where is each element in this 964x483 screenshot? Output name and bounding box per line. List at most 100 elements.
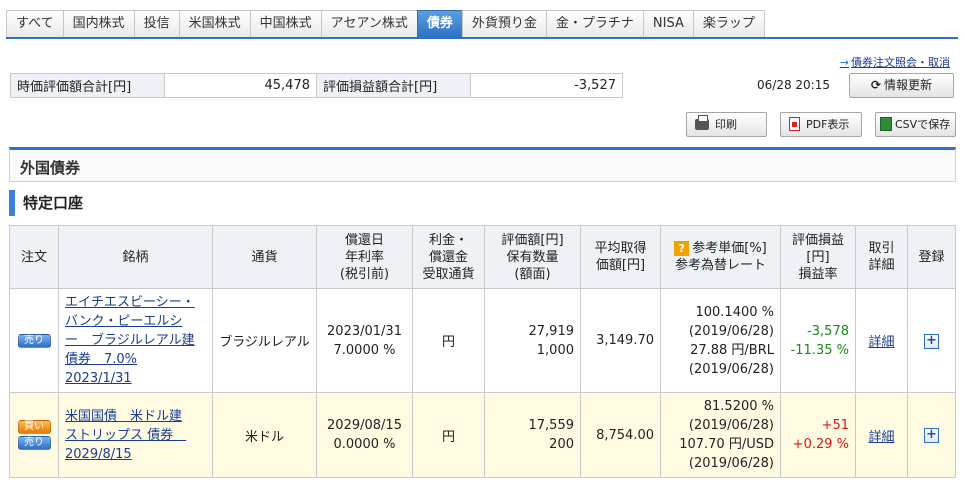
pl-value: -3,578 (807, 323, 849, 339)
header-redemption-line: 年利率 (344, 249, 384, 265)
sell-button[interactable]: 売り (17, 333, 51, 348)
arrow-right-icon: → (839, 56, 849, 69)
register-plus-icon[interactable]: + (924, 333, 939, 349)
tab-us-stocks[interactable]: 米国株式 (178, 10, 250, 38)
tab-domestic-stocks[interactable]: 国内株式 (62, 10, 134, 38)
header-name: 銘柄 (58, 225, 213, 289)
bond-name-cell: 米国国債 米ドル建 ストリップス 債券 2029/8/15 (58, 392, 213, 478)
valuation-value: 27,919 (528, 323, 575, 339)
tab-underline (6, 37, 958, 39)
header-pl-line: 損益率 (798, 266, 838, 282)
currency-cell: 米ドル (212, 392, 317, 478)
ref-price-value: 100.1400 % (695, 304, 774, 320)
tab-asean-stocks[interactable]: アセアン株式 (320, 10, 417, 38)
bond-name-line: 2023/1/31 (65, 371, 132, 386)
eval-total-value: 45,478 (164, 73, 317, 98)
register-cell: + (907, 288, 956, 393)
section-header: 外国債券 (9, 147, 956, 182)
account-title: 特定口座 (9, 190, 83, 216)
fx-rate-value: 107.70 円/USD (679, 437, 774, 452)
buy-button[interactable]: 買い (17, 420, 51, 434)
header-currency: 通貨 (212, 225, 317, 289)
tab-bar: すべて 国内株式 投信 米国株式 中国株式 アセアン株式 債券 外貨預り金 金・… (6, 10, 765, 38)
receive-currency-cell: 円 (412, 392, 485, 478)
header-ref-price: ? 参考単価[%] 参考為替レート (660, 225, 781, 289)
bond-order-inquiry-link[interactable]: → 債券注文照会・取消 (840, 54, 950, 70)
fx-rate-value: 27.88 円/BRL (690, 342, 774, 358)
pl-cell: -3,578 -11.35 % (780, 288, 856, 393)
fx-rate-date: (2019/06/28) (688, 456, 774, 471)
printer-icon (695, 114, 709, 130)
bond-name-line: エイチエスビーシー・ (65, 295, 195, 310)
ref-price-cell: 100.1400 % (2019/06/28) 27.88 円/BRL (201… (660, 288, 781, 393)
refresh-label: 情報更新 (884, 78, 933, 92)
eval-total-label: 時価評価額合計[円] (10, 73, 165, 98)
valuation-cell: 17,559 200 (484, 392, 581, 478)
redemption-cell: 2023/01/31 7.0000 % (316, 288, 413, 393)
refresh-icon: ⟳ (870, 78, 882, 92)
pl-rate: -11.35 % (790, 342, 849, 358)
header-valuation-line: 評価額[円] (501, 232, 564, 248)
header-valuation-line: 保有数量 (506, 249, 559, 265)
bond-name-line: 米国国債 米ドル建 (65, 408, 183, 424)
pdf-label: PDF表示 (806, 118, 850, 131)
avg-cost-cell: 8,754.00 (580, 392, 661, 478)
header-avg-cost-line: 平均取得 (594, 241, 647, 256)
table-row: 買い 売り 米国国債 米ドル建 ストリップス 債券 2029/8/15 米ドル … (9, 392, 956, 478)
bond-name-line: ー ブラジルレアル建 (65, 333, 195, 348)
header-valuation: 評価額[円] 保有数量 (額面) (484, 225, 581, 289)
tab-gold-platinum[interactable]: 金・プラチナ (545, 10, 643, 38)
ref-price-value: 81.5200 % (703, 399, 774, 414)
avg-cost-cell: 3,149.70 (580, 288, 661, 393)
tab-funds[interactable]: 投信 (133, 10, 179, 38)
header-trade-line: 詳細 (868, 258, 895, 273)
redemption-date: 2023/01/31 (327, 323, 402, 339)
register-plus-icon[interactable]: + (924, 428, 939, 443)
tab-bonds[interactable]: 債券 (416, 10, 462, 38)
update-datetime: 06/28 20:15 (757, 78, 830, 92)
bond-name-link[interactable]: 米国国債 米ドル建 ストリップス 債券 2029/8/15 (65, 409, 186, 462)
header-ref-price-line: 参考単価[%] (692, 241, 767, 256)
bond-name-line: バンク・ピーエルシ (65, 314, 183, 329)
tab-foreign-deposits[interactable]: 外貨預り金 (461, 10, 546, 38)
pl-total-value: -3,527 (470, 73, 623, 98)
currency-cell: ブラジルレアル (212, 288, 317, 393)
pl-cell: +51 +0.29 % (780, 392, 856, 478)
tab-nisa[interactable]: NISA (642, 10, 693, 38)
header-interest-line: 受取通貨 (422, 266, 475, 282)
csv-button[interactable]: CSVで保存 (875, 112, 956, 137)
fx-rate-date: (2019/06/28) (688, 361, 774, 377)
header-trade-line: 取引 (868, 241, 895, 256)
refresh-button[interactable]: ⟳ 情報更新 (849, 73, 954, 98)
pdf-button[interactable]: PDF表示 (780, 112, 862, 137)
header-redemption-line: (税引前) (339, 266, 390, 282)
trade-detail-link[interactable]: 詳細 (868, 430, 894, 445)
sell-button[interactable]: 売り (17, 436, 51, 450)
table-row: 売り エイチエスビーシー・ バンク・ピーエルシ ー ブラジルレアル建 債券 7.… (9, 288, 956, 393)
tab-china-stocks[interactable]: 中国株式 (249, 10, 321, 38)
bond-name-line: 2029/8/15 (65, 446, 132, 462)
table-header-row: 注文 銘柄 通貨 償還日 年利率 (税引前) 利金・ 償還金 受取通貨 評価額[… (9, 225, 956, 289)
quantity-value: 1,000 (536, 342, 574, 358)
header-redemption: 償還日 年利率 (税引前) (316, 225, 413, 289)
print-label: 印刷 (715, 118, 737, 131)
header-avg-cost-line: 価額[円] (595, 258, 646, 273)
pl-rate: +0.29 % (792, 437, 849, 452)
interest-rate: 0.0000 % (333, 437, 396, 452)
header-register: 登録 (907, 225, 956, 289)
header-redemption-line: 償還日 (344, 232, 384, 248)
trade-detail-cell: 詳細 (855, 288, 908, 393)
help-icon[interactable]: ? (674, 241, 690, 256)
summary-table: 時価評価額合計[円] 45,478 評価損益額合計[円] -3,527 (10, 73, 623, 98)
quantity-value: 200 (549, 437, 574, 452)
bond-name-cell: エイチエスビーシー・ バンク・ピーエルシ ー ブラジルレアル建 債券 7.0% … (58, 288, 213, 393)
print-button[interactable]: 印刷 (686, 112, 767, 137)
tab-all[interactable]: すべて (6, 10, 63, 38)
bond-name-link[interactable]: エイチエスビーシー・ バンク・ピーエルシ ー ブラジルレアル建 債券 7.0% … (65, 295, 195, 386)
trade-detail-link[interactable]: 詳細 (868, 335, 894, 350)
ref-price-date: (2019/06/28) (688, 323, 774, 339)
tab-rakuwrap[interactable]: 楽ラップ (692, 10, 765, 38)
csv-icon (880, 117, 892, 131)
header-pl-line: [円] (806, 249, 830, 265)
header-trade: 取引 詳細 (855, 225, 908, 289)
